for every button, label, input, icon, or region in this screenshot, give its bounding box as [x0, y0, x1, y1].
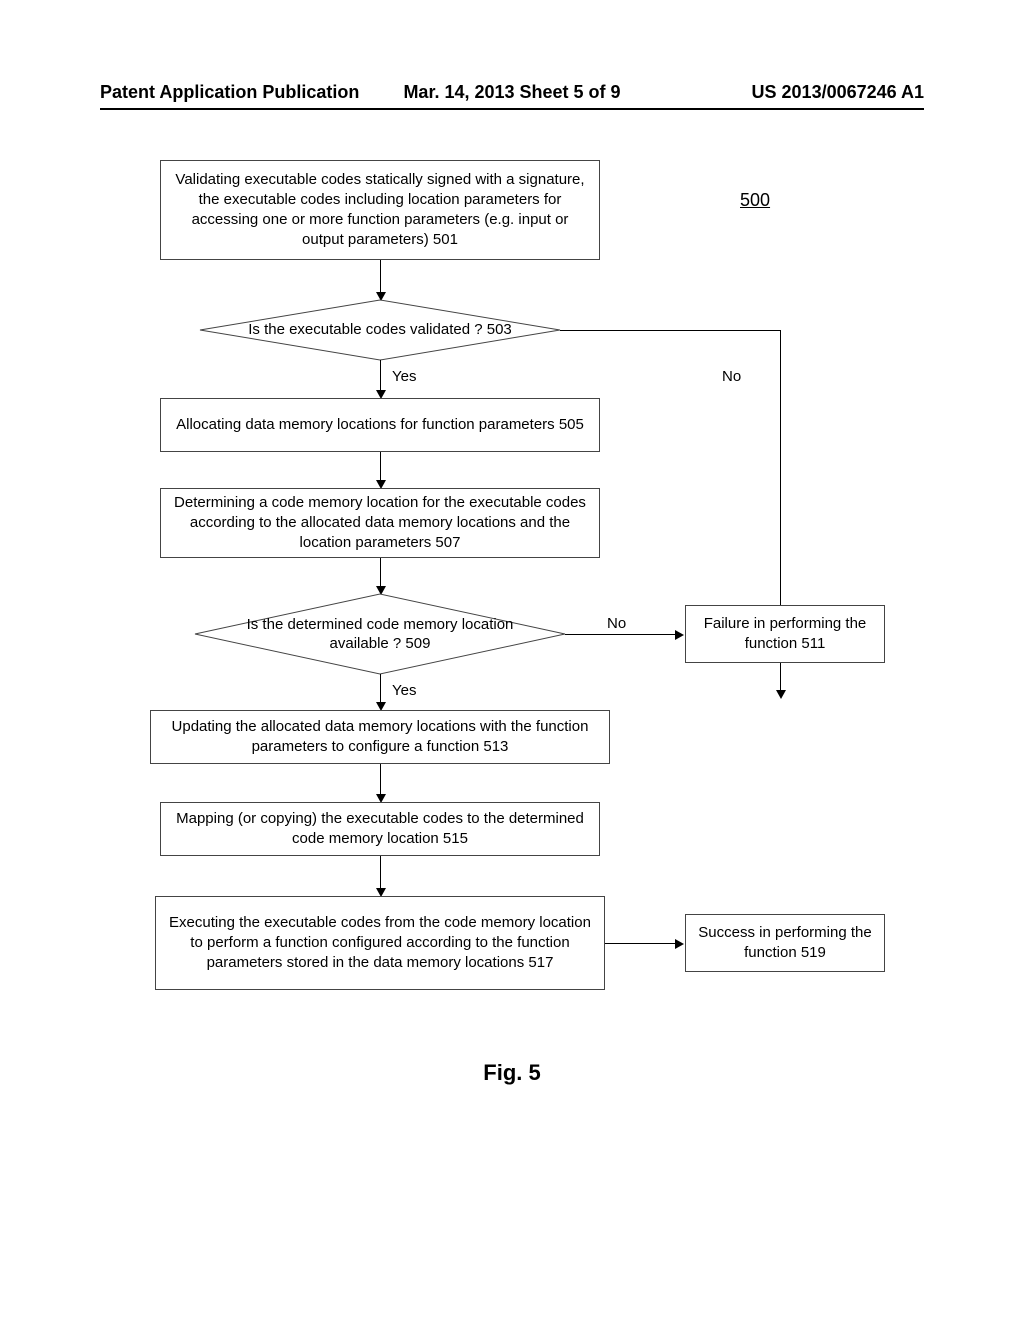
node-517: Executing the executable codes from the … — [155, 896, 605, 990]
edge — [565, 634, 675, 635]
page-header: Patent Application Publication Mar. 14, … — [0, 82, 1024, 103]
edge — [380, 260, 381, 292]
edge-label-yes: Yes — [390, 368, 418, 385]
arrowhead-icon — [675, 630, 684, 640]
edge-label-no: No — [720, 368, 743, 385]
arrowhead-icon — [776, 690, 786, 699]
page: Patent Application Publication Mar. 14, … — [0, 0, 1024, 1320]
node-513: Updating the allocated data memory locat… — [150, 710, 610, 764]
edge — [380, 764, 381, 794]
node-509: Is the determined code memory location a… — [195, 594, 565, 674]
node-519: Success in performing the function 519 — [685, 914, 885, 972]
edge-label-yes: Yes — [390, 682, 418, 699]
edge — [380, 856, 381, 888]
arrowhead-icon — [675, 939, 684, 949]
edge — [380, 360, 381, 390]
figure-ref-number: 500 — [740, 190, 770, 211]
node-509-text: Is the determined code memory location a… — [195, 615, 565, 654]
edge — [380, 452, 381, 480]
figure-label: Fig. 5 — [483, 1060, 540, 1086]
edge — [560, 330, 780, 331]
header-left: Patent Application Publication — [100, 82, 359, 103]
node-505: Allocating data memory locations for fun… — [160, 398, 600, 452]
node-501: Validating executable codes statically s… — [160, 160, 600, 260]
header-rule — [100, 108, 924, 110]
edge — [380, 674, 381, 702]
header-center: Mar. 14, 2013 Sheet 5 of 9 — [403, 82, 620, 103]
edge — [605, 943, 675, 944]
edge-label-no: No — [605, 615, 628, 632]
edge — [380, 558, 381, 586]
flowchart: 500 Validating executable codes statical… — [100, 150, 924, 1190]
header-right: US 2013/0067246 A1 — [752, 82, 924, 103]
node-503-text: Is the executable codes validated ? 503 — [208, 320, 552, 340]
node-503: Is the executable codes validated ? 503 — [200, 300, 560, 360]
node-511: Failure in performing the function 511 — [685, 605, 885, 663]
node-515: Mapping (or copying) the executable code… — [160, 802, 600, 856]
node-507: Determining a code memory location for t… — [160, 488, 600, 558]
